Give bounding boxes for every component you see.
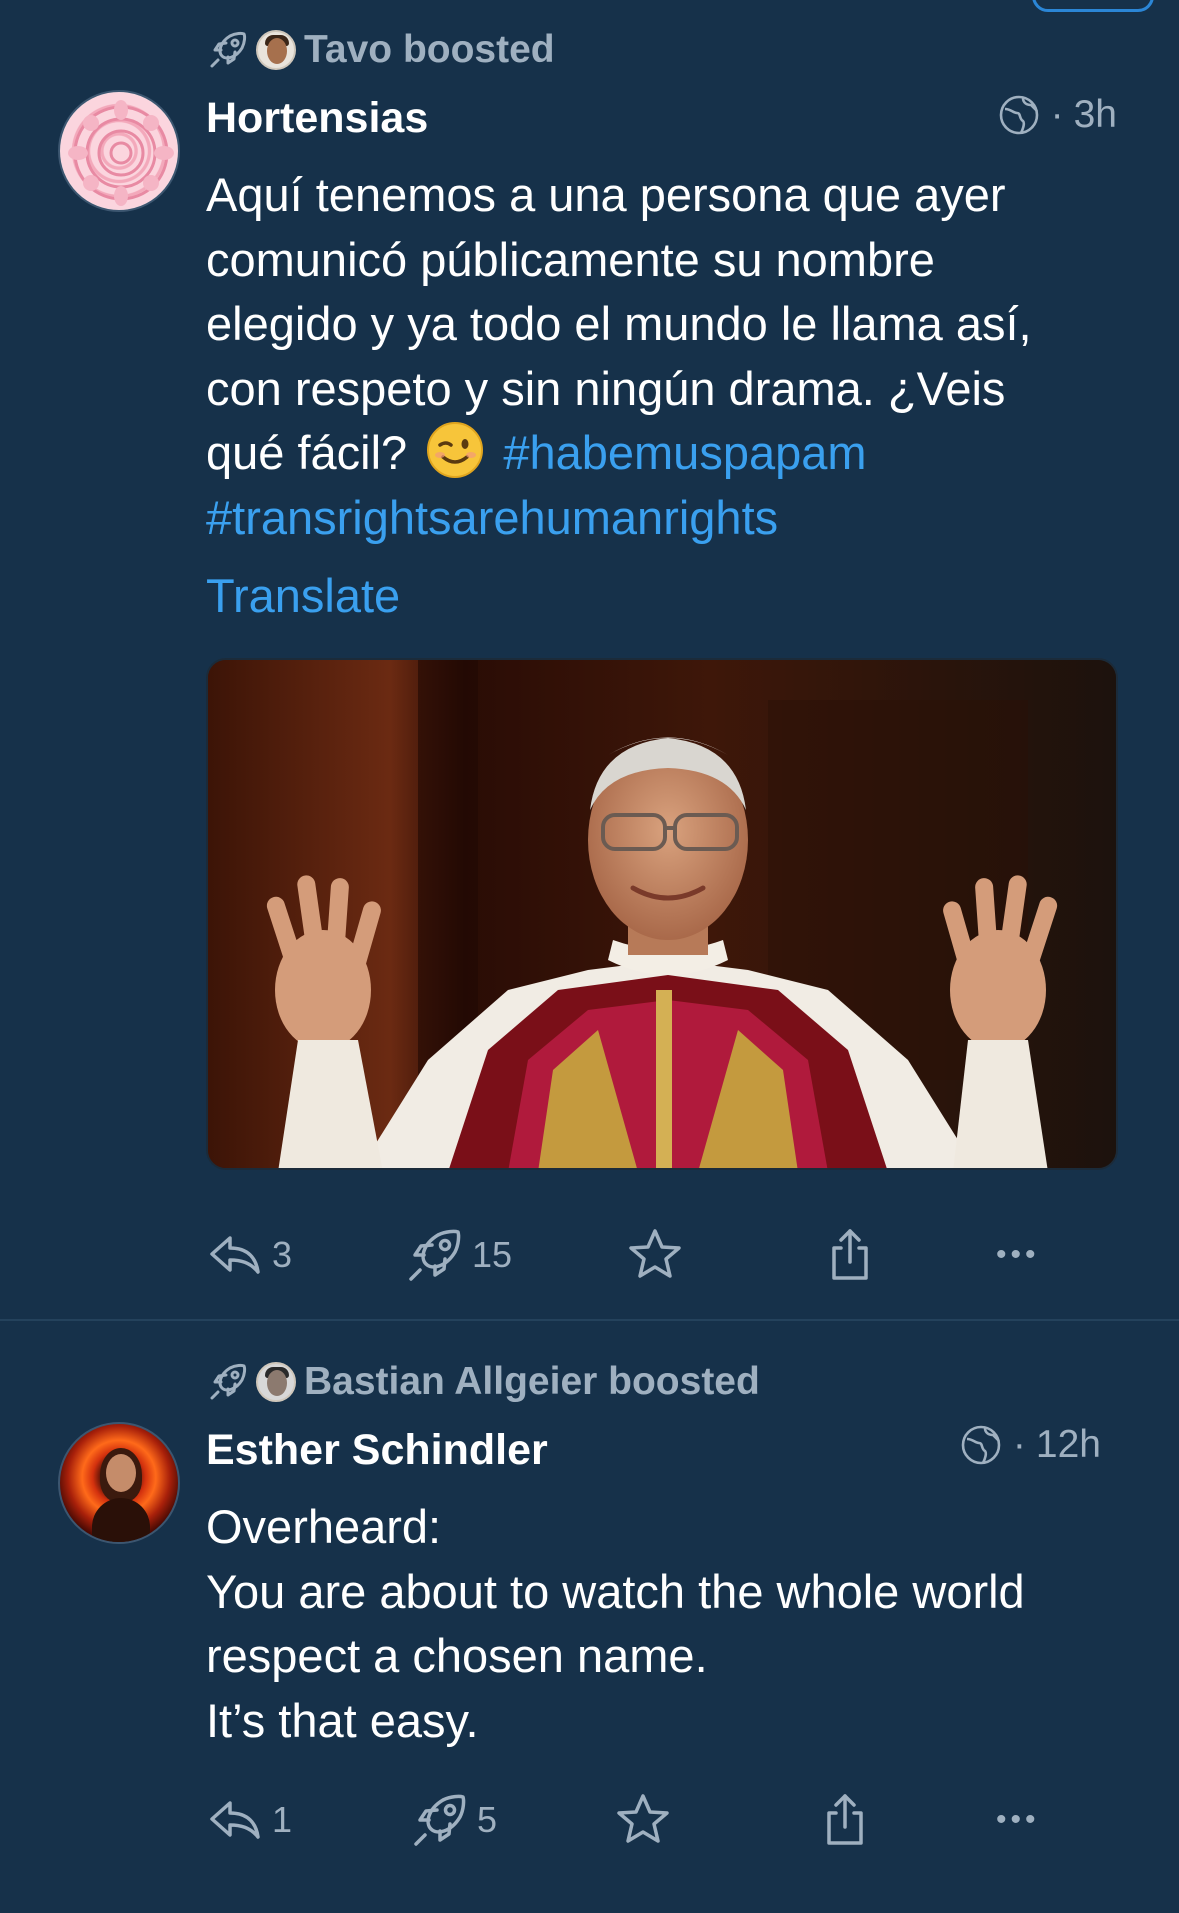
post-time[interactable]: 3h xyxy=(1074,93,1117,137)
more-button[interactable]: ••• xyxy=(996,1220,1040,1290)
content-text: qué fácil? xyxy=(206,426,408,479)
boost-attribution[interactable]: Tavo boosted xyxy=(208,26,555,74)
reply-count: 3 xyxy=(272,1234,293,1275)
globe-icon xyxy=(961,1425,1001,1465)
post-meta: · 12h xyxy=(959,1420,1101,1470)
separator: · xyxy=(1050,93,1064,136)
boost-button[interactable]: 15 xyxy=(406,1220,512,1290)
author-name[interactable]: Hortensias xyxy=(206,94,428,143)
rocket-icon xyxy=(409,1229,461,1281)
content-line: qué fácil? #habemuspapam xyxy=(206,421,1126,486)
globe-icon xyxy=(999,95,1038,135)
media-attachment[interactable] xyxy=(206,658,1118,1170)
booster-avatar[interactable] xyxy=(256,1362,296,1402)
reply-button[interactable]: 1 xyxy=(206,1785,292,1855)
boost-text: Tavo boosted xyxy=(304,28,555,71)
author-avatar[interactable] xyxy=(58,90,180,212)
star-icon xyxy=(617,1794,669,1843)
rocket-icon xyxy=(210,1363,247,1400)
author-name[interactable]: Esther Schindler xyxy=(206,1426,548,1475)
status-post[interactable]: Bastian Allgeier boosted Esther Schindle… xyxy=(0,1320,1179,1913)
timeline-feed: Tavo boosted Hortensias · 3h Aquí tenemo… xyxy=(0,0,1179,1913)
content-line: con respeto y sin ningún drama. ¿Veis xyxy=(206,361,1006,415)
flower-pattern xyxy=(68,100,174,206)
reply-icon xyxy=(210,1801,260,1839)
separator: · xyxy=(1012,1423,1026,1466)
more-button[interactable]: ••• xyxy=(996,1785,1040,1855)
status-post[interactable]: Tavo boosted Hortensias · 3h Aquí tenemo… xyxy=(0,0,1179,1320)
author-avatar[interactable] xyxy=(58,1422,180,1544)
translate-button[interactable]: Translate xyxy=(206,568,400,623)
action-bar: 3 15 ••• xyxy=(206,1220,1086,1290)
favourite-button[interactable] xyxy=(614,1785,680,1855)
post-content: Aquí tenemos a una persona que ayer comu… xyxy=(206,163,1126,550)
hashtag-link[interactable]: #transrightsarehumanrights xyxy=(206,491,778,544)
pope-photo xyxy=(208,660,1116,1168)
boost-attribution[interactable]: Bastian Allgeier boosted xyxy=(208,1358,760,1406)
content-line: elegido y ya todo el mundo le llama así, xyxy=(206,297,1032,350)
boost-text: Bastian Allgeier boosted xyxy=(304,1360,760,1403)
content-line: comunicó públicamente su nombre xyxy=(206,232,935,286)
post-content: Overheard: You are about to watch the wh… xyxy=(206,1495,1126,1753)
reply-icon xyxy=(210,1236,260,1274)
share-button[interactable] xyxy=(816,1785,874,1855)
rocket-icon xyxy=(210,31,247,68)
boost-button[interactable]: 5 xyxy=(411,1785,497,1855)
content-line: respect a chosen name. xyxy=(206,1629,708,1682)
reply-button[interactable]: 3 xyxy=(206,1220,292,1290)
winking-face-emoji xyxy=(427,422,484,478)
content-line: You are about to watch the whole world xyxy=(206,1564,1025,1618)
content-line: Aquí tenemos a una persona que ayer xyxy=(206,168,1006,221)
star-icon xyxy=(629,1229,681,1278)
post-time[interactable]: 12h xyxy=(1036,1423,1101,1467)
hashtag-link[interactable]: #habemuspapam xyxy=(503,426,866,479)
more-icon: ••• xyxy=(996,1238,1040,1271)
reply-count: 1 xyxy=(272,1799,293,1840)
booster-avatar[interactable] xyxy=(256,30,296,70)
content-line: Overheard: xyxy=(206,1500,442,1553)
boost-count: 15 xyxy=(472,1234,513,1275)
action-bar: 1 5 ••• xyxy=(206,1785,1086,1855)
share-icon xyxy=(827,1794,863,1845)
boost-count: 5 xyxy=(477,1799,498,1840)
rocket-icon xyxy=(414,1794,466,1846)
content-line: #transrightsarehumanrights xyxy=(206,486,1126,551)
content-line: It’s that easy. xyxy=(206,1693,479,1747)
post-meta: · 3h xyxy=(997,90,1117,140)
favourite-button[interactable] xyxy=(626,1220,692,1290)
share-icon xyxy=(832,1229,868,1280)
more-icon: ••• xyxy=(996,1803,1040,1836)
share-button[interactable] xyxy=(821,1220,879,1290)
